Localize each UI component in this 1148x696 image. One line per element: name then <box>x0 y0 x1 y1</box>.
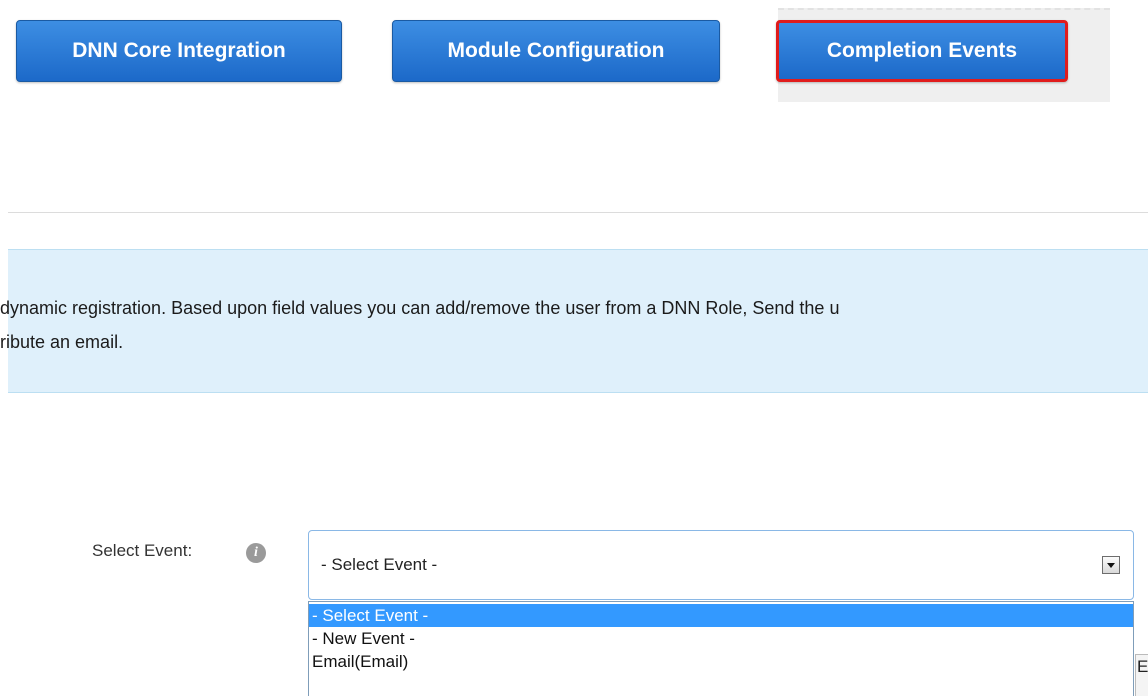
select-event-label: Select Event: <box>92 541 193 560</box>
section-divider <box>8 212 1148 213</box>
event-option-new-event[interactable]: - New Event - <box>309 627 1133 650</box>
chevron-down-icon[interactable] <box>1102 556 1120 574</box>
info-banner: dynamic registration. Based upon field v… <box>0 249 1148 393</box>
info-circle-icon[interactable]: i <box>246 543 266 563</box>
info-text-line-1: dynamic registration. Based upon field v… <box>0 298 840 318</box>
tab-module-configuration[interactable]: Module Configuration <box>392 20 720 82</box>
select-event-dropdown[interactable]: - Select Event - <box>308 530 1134 600</box>
partial-button[interactable]: E <box>1135 654 1148 696</box>
event-options-list: - Select Event - - New Event - Email(Ema… <box>308 601 1134 696</box>
select-event-value: - Select Event - <box>321 555 438 574</box>
event-option-select-event[interactable]: - Select Event - <box>309 604 1133 627</box>
info-text-line-2: ribute an email. <box>0 332 124 352</box>
tab-completion-events[interactable]: Completion Events <box>776 20 1068 82</box>
partial-button-label: E <box>1137 657 1148 676</box>
tab-dnn-core-integration[interactable]: DNN Core Integration <box>16 20 342 82</box>
event-option-email[interactable]: Email(Email) <box>309 650 1133 673</box>
